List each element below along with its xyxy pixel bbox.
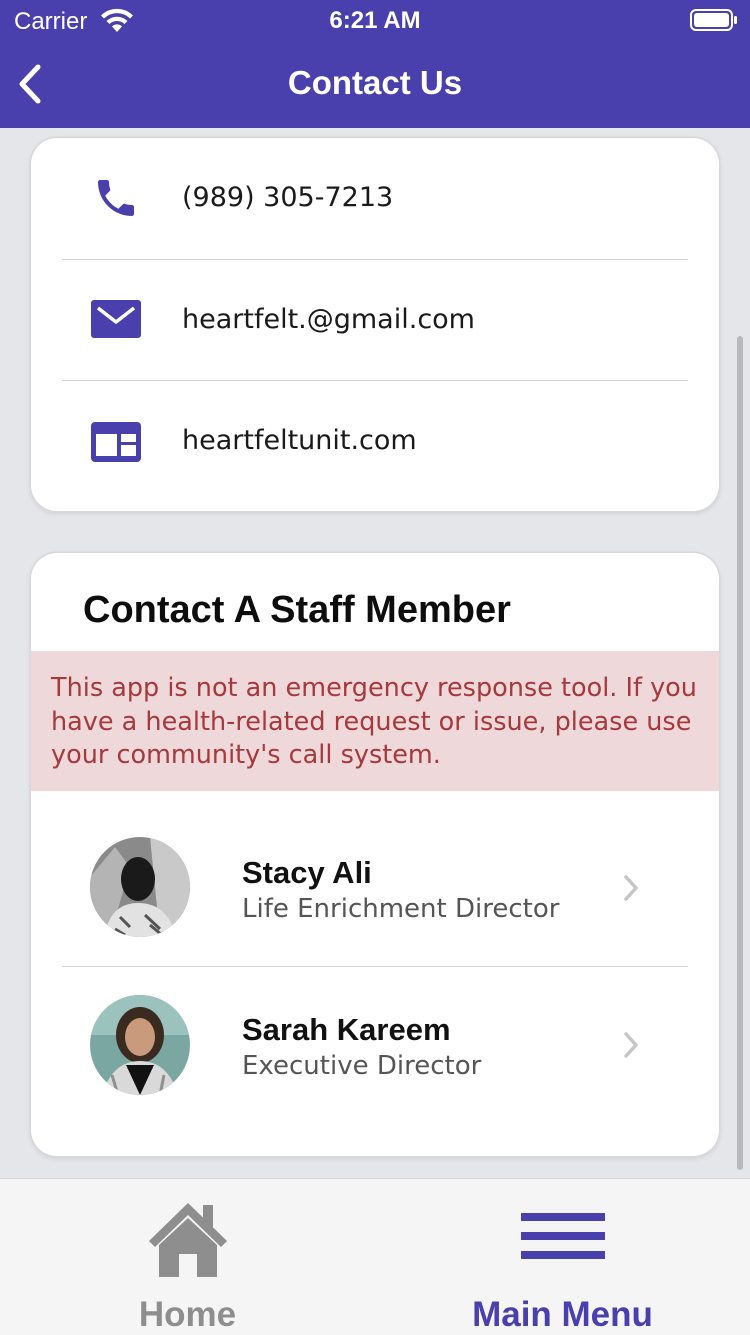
phone-icon (98, 180, 134, 216)
avatar (90, 995, 190, 1095)
page-title: Contact Us (287, 64, 463, 101)
email-address: heartfelt.@gmail.com (182, 304, 475, 335)
chevron-right-icon (624, 1032, 638, 1058)
email-row[interactable]: heartfelt.@gmail.com (31, 260, 719, 381)
mail-icon (91, 300, 141, 338)
tab-main-menu[interactable]: Main Menu (375, 1179, 750, 1335)
status-time: 6:21 AM (329, 7, 421, 34)
content-scroll-area[interactable]: (989) 305-7213 heartfelt.@gmail.com hear… (0, 128, 750, 1178)
status-bar: Carrier 6:21 AM (0, 0, 750, 42)
tab-main-menu-label: Main Menu (472, 1295, 653, 1334)
staff-role: Executive Director (242, 1051, 482, 1081)
navigation-bar: Contact Us (0, 42, 750, 128)
chevron-right-icon (624, 875, 638, 901)
phone-number: (989) 305-7213 (182, 182, 394, 213)
avatar (90, 837, 190, 937)
battery-icon (690, 9, 737, 31)
phone-row[interactable]: (989) 305-7213 (31, 138, 719, 259)
staff-role: Life Enrichment Director (242, 894, 560, 924)
home-icon (149, 1203, 227, 1277)
website-row[interactable]: heartfeltunit.com (31, 381, 719, 502)
website-url: heartfeltunit.com (182, 425, 417, 456)
tab-home[interactable]: Home (0, 1179, 375, 1335)
website-icon (91, 422, 141, 462)
menu-icon (521, 1213, 605, 1259)
staff-section-title: Contact A Staff Member (83, 589, 511, 631)
staff-name: Stacy Ali (242, 855, 372, 890)
emergency-alert: This app is not an emergency response to… (31, 651, 719, 791)
tab-home-label: Home (138, 1295, 237, 1334)
staff-row-stacy-ali[interactable]: Stacy Ali Life Enrichment Director (31, 810, 719, 967)
alert-text: This app is not an emergency response to… (51, 673, 697, 770)
scrollbar[interactable] (737, 336, 743, 1170)
tab-bar: Home Main Menu (0, 1178, 750, 1335)
staff-name: Sarah Kareem (242, 1012, 451, 1047)
staff-card: Contact A Staff Member This app is not a… (31, 553, 719, 1156)
contact-info-card: (989) 305-7213 heartfelt.@gmail.com hear… (31, 138, 719, 511)
staff-row-sarah-kareem[interactable]: Sarah Kareem Executive Director (31, 967, 719, 1124)
